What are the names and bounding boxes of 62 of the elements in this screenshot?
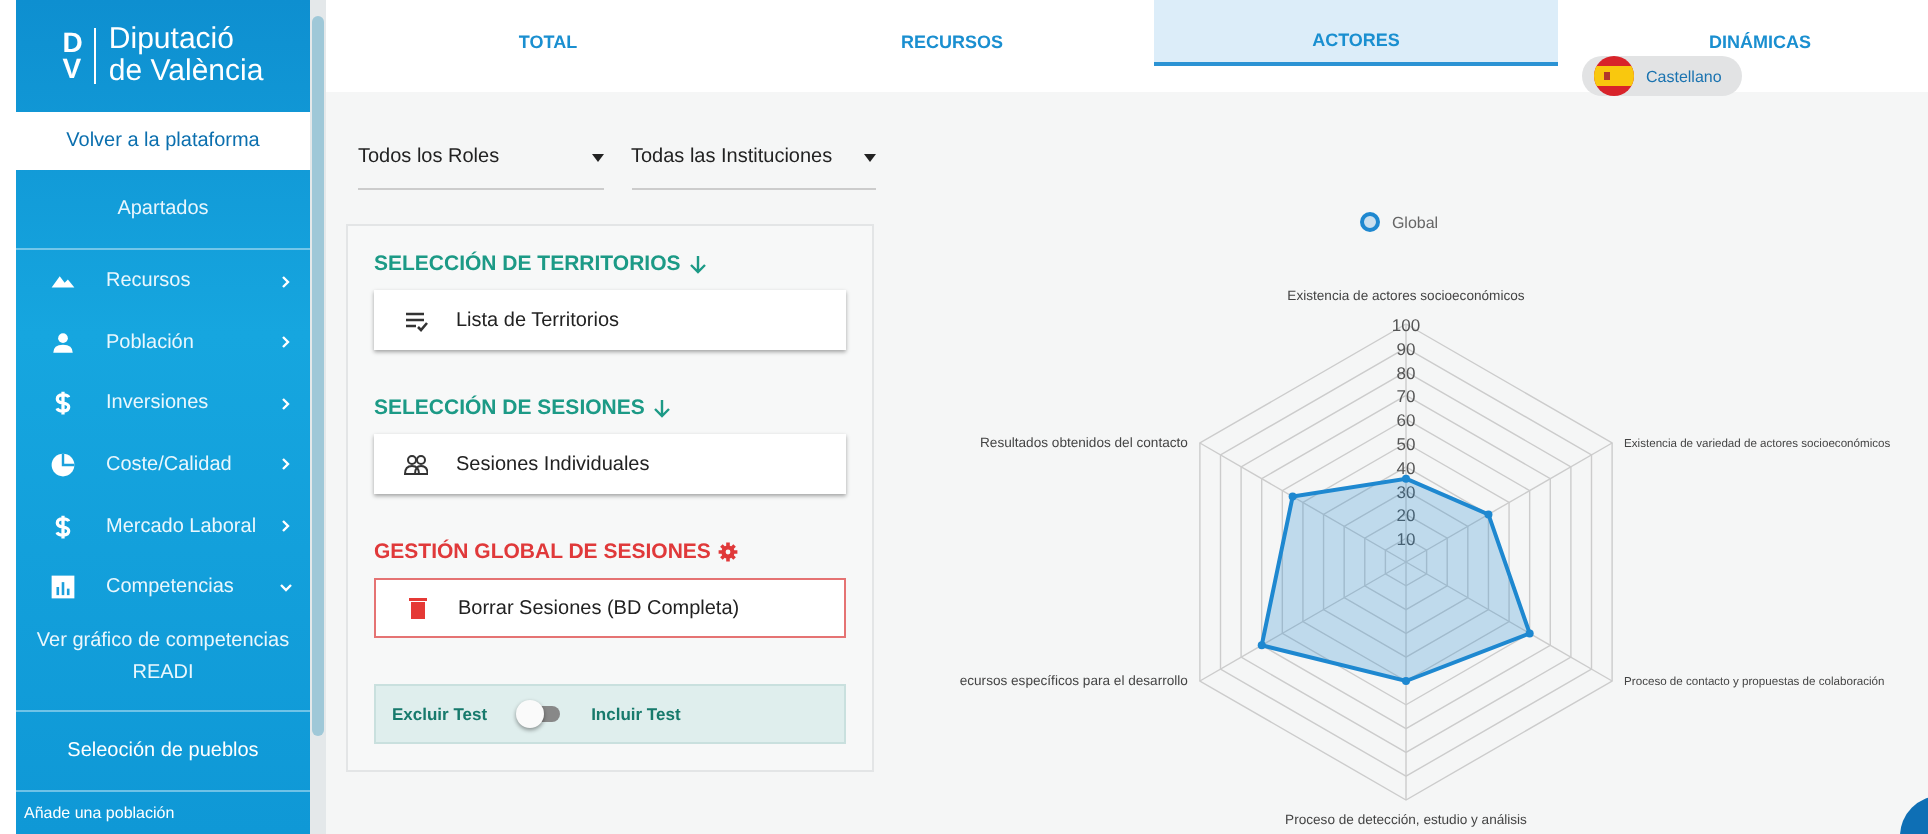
chevron-icon xyxy=(278,273,294,290)
toggle-switch[interactable] xyxy=(515,700,564,728)
arrow-down-icon xyxy=(652,398,673,418)
chevron-icon xyxy=(278,395,294,412)
tick-label: 90 xyxy=(1395,338,1415,359)
legend-label: Global xyxy=(1391,213,1439,231)
gear-icon xyxy=(718,542,739,562)
data-point xyxy=(1524,629,1533,638)
section-heading: SELECCIÓN DE TERRITORIOS xyxy=(374,252,681,276)
trash-icon xyxy=(406,596,430,620)
chevron-icon xyxy=(278,456,294,473)
logo: D V Diputació de València xyxy=(62,24,264,89)
tick-label: 10 xyxy=(1395,529,1415,550)
data-point xyxy=(1483,510,1492,519)
data-point xyxy=(1256,641,1265,650)
people-icon xyxy=(404,452,428,476)
tick-label: 50 xyxy=(1395,434,1415,454)
tick-label: 80 xyxy=(1395,362,1415,383)
sidebar-item-icon xyxy=(50,329,76,356)
sidebar-item[interactable]: Mercado Laboral xyxy=(16,495,310,557)
tick-label: 30 xyxy=(1395,481,1415,502)
sidebar-item-icon xyxy=(50,574,76,601)
delete-button[interactable]: Borrar Sesiones (BD Completa) xyxy=(374,578,846,638)
list-button[interactable]: Lista de Territorios xyxy=(374,290,846,350)
arrow-down-icon xyxy=(688,254,709,274)
list-check-icon xyxy=(404,308,428,332)
dropdown-arrow-icon xyxy=(864,152,876,164)
sidebar-item[interactable]: Recursos xyxy=(16,250,310,312)
toggle-label: Excluir Test xyxy=(392,704,488,724)
sidebar-item[interactable]: Inversiones xyxy=(16,373,310,435)
sidebar-item[interactable]: Competencias xyxy=(16,556,310,619)
tick-label: 40 xyxy=(1395,457,1415,478)
chevron-icon xyxy=(278,579,294,596)
sidebar-item[interactable]: Coste/Calidad xyxy=(16,434,310,496)
language-selector[interactable]: Castellano xyxy=(1582,56,1742,96)
back-link[interactable]: Volver a la plataforma xyxy=(16,112,310,171)
sidebar-item-icon xyxy=(50,451,76,478)
data-point xyxy=(1401,474,1409,483)
add-town-label: Añade una población xyxy=(22,802,177,827)
sidebar-item[interactable]: Población xyxy=(16,311,310,374)
section-heading: SELECCIÓN DE SESIONES xyxy=(374,396,645,420)
toggle-label: Incluir Test xyxy=(591,704,681,724)
data-point xyxy=(1287,492,1296,501)
tick-label: 100 xyxy=(1390,315,1420,335)
section-heading: GESTIÓN GLOBAL DE SESIONES xyxy=(374,540,711,564)
chevron-icon xyxy=(278,518,294,535)
tick-label: 70 xyxy=(1395,386,1415,407)
dropdown-arrow-icon xyxy=(591,152,603,164)
tab[interactable]: ACTORES xyxy=(1154,0,1558,66)
sidebar-item-icon xyxy=(50,513,76,540)
tab[interactable]: RECURSOS xyxy=(750,0,1154,66)
data-point xyxy=(1401,677,1409,685)
list-button[interactable]: Sesiones Individuales xyxy=(374,434,846,494)
sidebar-item-icon xyxy=(50,390,76,417)
dropdown[interactable]: Todos los Roles xyxy=(358,136,603,190)
chevron-icon xyxy=(278,334,294,351)
flag-icon xyxy=(1594,56,1634,96)
scrollbar-thumb[interactable] xyxy=(312,16,324,736)
tick-label: 20 xyxy=(1395,505,1415,526)
dropdown[interactable]: Todas las Instituciones xyxy=(631,136,876,190)
tab[interactable]: TOTAL xyxy=(346,0,750,66)
tick-label: 60 xyxy=(1395,410,1415,431)
